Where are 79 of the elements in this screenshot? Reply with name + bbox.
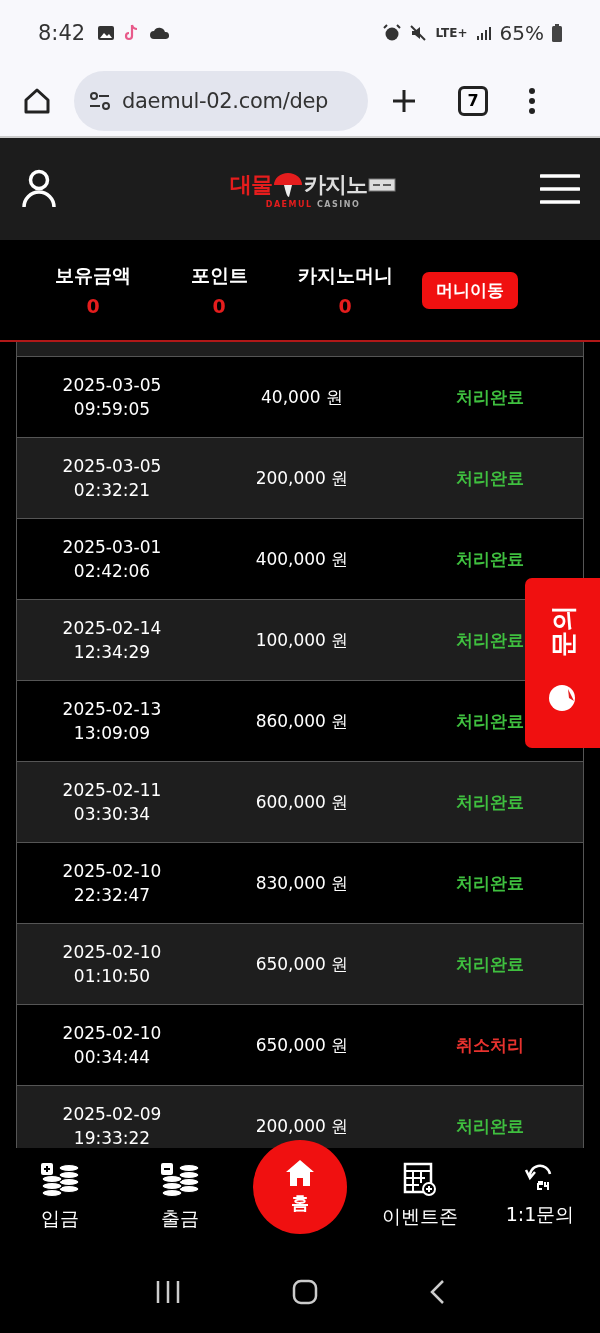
status-cell-text: 처리완료 [455,385,525,409]
image-icon [97,23,116,42]
amount-cell-text: 650,000 원 [254,952,350,976]
signal-icon [475,24,492,41]
date-cell: 2025-02-10 [62,1023,162,1043]
nav-item[interactable]: 1:1문의 [480,1162,600,1228]
battery-icon [552,23,562,42]
nav-item[interactable]: 입금 [0,1162,120,1232]
logo-text: 대물 [230,170,272,199]
move-money-button[interactable]: 머니이동 [422,271,518,309]
address-bar[interactable]: daemul-02.com/dep [74,70,368,131]
site-settings-icon[interactable] [88,90,112,111]
date-cell: 2025-02-10 [62,861,162,881]
recent-apps-icon[interactable] [155,1279,182,1304]
network-type: LTE+ [435,25,468,40]
amount-cell-text: 400,000 원 [254,547,350,571]
time-cell: 19:33:22 [73,1128,151,1148]
date-cell: 2025-02-14 [62,618,162,638]
date-cell: 2025-02-13 [62,699,162,719]
balance-label: 보유금액 [55,263,131,288]
date-cell: 2025-02-09 [62,1104,162,1124]
balance-label: 카지노머니 [297,263,393,288]
coins-icon [40,1162,80,1198]
balance-label: 포인트 [190,263,248,288]
status-cell-text: 처리완료 [455,871,525,895]
mute-icon [409,23,428,42]
time-cell: 01:10:50 [73,966,151,986]
balance-value: 0 [86,295,100,317]
cloud-icon [149,25,172,40]
status-cell-text: 처리완료 [455,547,525,571]
nav-item[interactable]: 출금 [120,1162,240,1232]
balance-value: 0 [338,295,352,317]
status-cell-text: 처리완료 [455,709,525,733]
nav-item[interactable]: 이벤트존 [360,1162,480,1230]
amount-cell-text: 600,000 원 [254,790,350,814]
status-cell-text: 취소처리 [455,1033,525,1057]
time-cell: 12:34:29 [73,642,151,662]
date-cell: 2025-03-05 [62,456,162,476]
back-icon[interactable] [428,1278,445,1305]
time-cell: 13:09:09 [73,723,151,743]
date-cell: 2025-03-01 [62,537,162,557]
inquiry-tab[interactable]: 문의 [525,578,600,748]
tab-count-button[interactable]: 7 [458,85,488,116]
coins-icon [160,1162,200,1198]
status-cell-text: 처리완료 [455,952,525,976]
logo-text: 카지노 [304,170,367,199]
clock-time: 8:42 [38,20,86,45]
amount-cell-text: 200,000 원 [254,1114,350,1138]
time-cell: 02:42:06 [73,561,151,581]
amount-cell-text: 40,000 원 [260,385,344,409]
home-button[interactable]: 홈 [253,1140,347,1234]
mushroom-icon [273,170,303,199]
menu-icon[interactable] [540,174,580,204]
time-cell: 03:30:34 [73,804,151,824]
logo-subtitle: DAEMUL CASINO [265,199,361,209]
balance-value: 0 [212,295,226,317]
date-cell: 2025-02-11 [62,780,162,800]
home-icon [285,1159,315,1187]
amount-cell-text: 650,000 원 [254,1033,350,1057]
more-icon[interactable] [528,86,536,115]
user-icon[interactable] [22,169,56,209]
time-cell: 22:32:47 [73,885,151,905]
date-cell: 2025-02-10 [62,942,162,962]
home-icon[interactable] [292,1278,318,1305]
time-cell: 02:32:21 [73,480,151,500]
time-cell: 09:59:05 [73,399,151,419]
status-cell-text: 처리완료 [455,790,525,814]
alarm-icon [383,23,402,42]
time-cell: 00:34:44 [73,1047,151,1067]
amount-cell-text: 830,000 원 [254,871,350,895]
amount-cell-text: 200,000 원 [254,466,350,490]
status-cell-text: 처리완료 [455,1114,525,1138]
status-cell-text: 처리완료 [455,466,525,490]
battery-percent: 65% [499,20,544,45]
amount-cell-text: 860,000 원 [254,709,350,733]
amount-cell-text: 100,000 원 [254,628,350,652]
stamp-icon [368,177,396,192]
calendar-add-icon [403,1162,437,1196]
date-cell: 2025-03-05 [62,375,162,395]
